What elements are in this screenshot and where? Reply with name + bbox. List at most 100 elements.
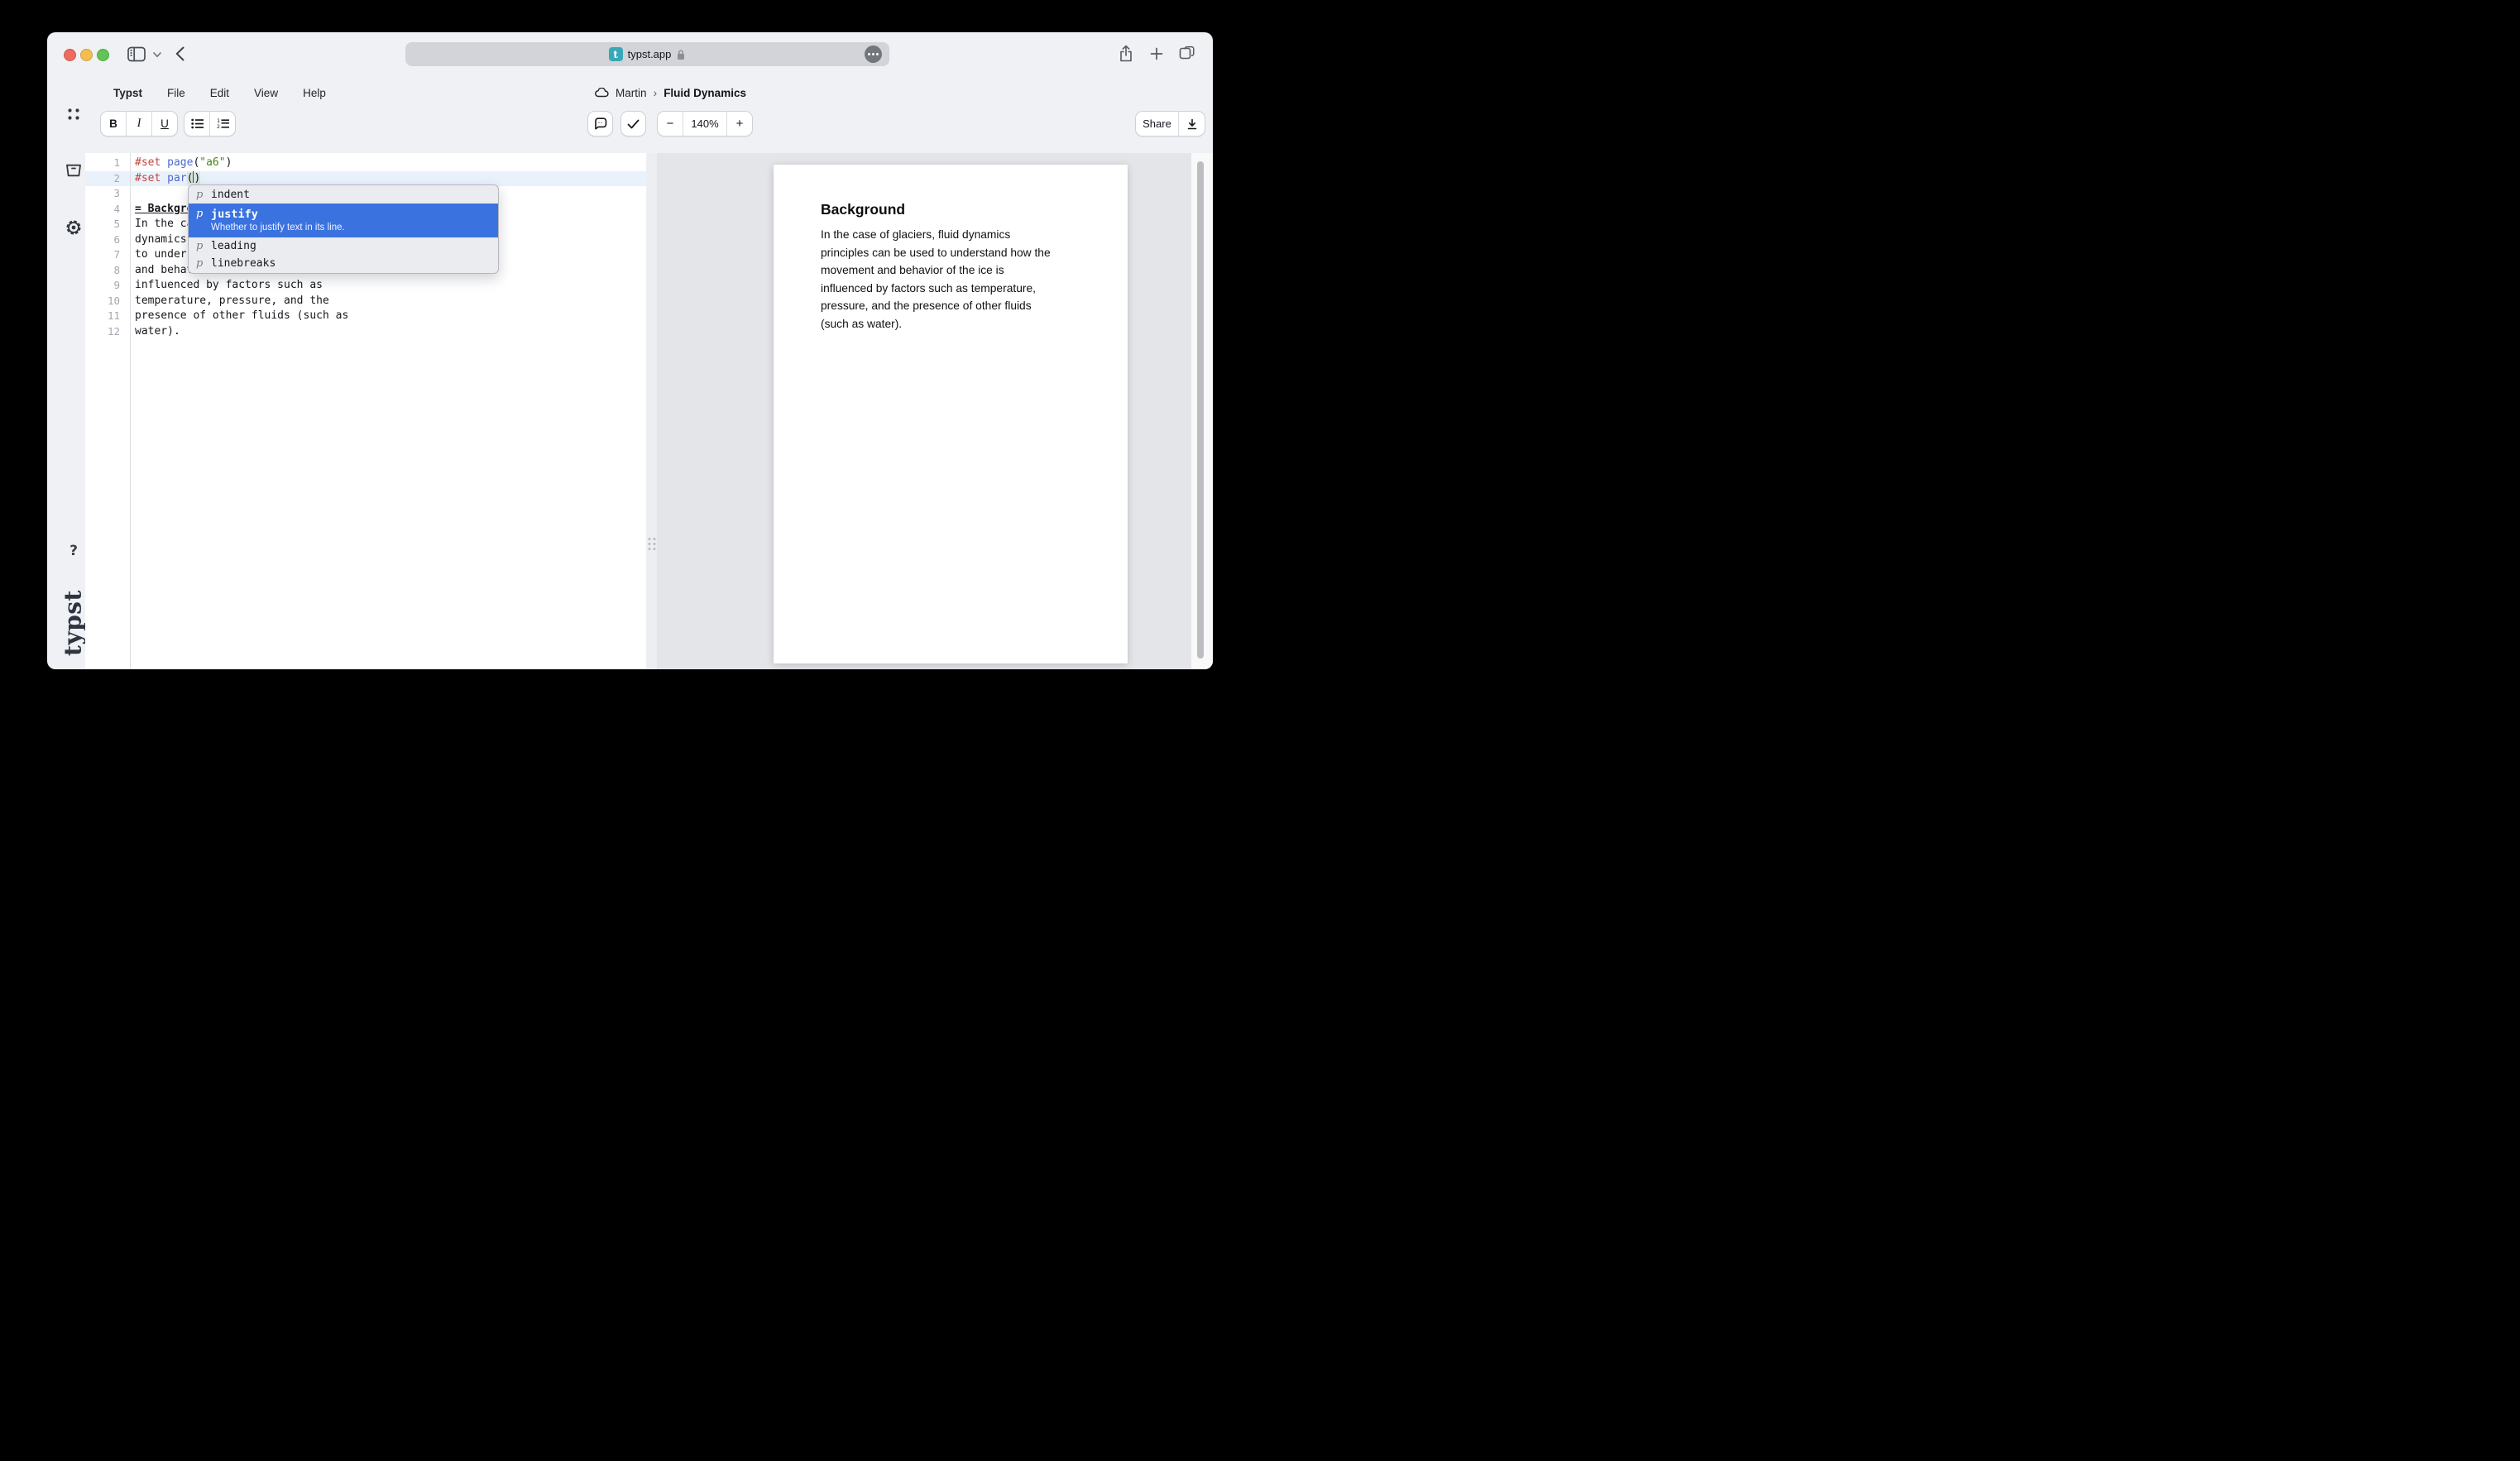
typst-logo: typst: [60, 590, 87, 656]
svg-text:2: 2: [217, 123, 220, 129]
back-button[interactable]: [175, 46, 184, 61]
preview-body: In the case of glaciers, fluid dynamicsp…: [821, 226, 1082, 333]
autocomplete-label: justify: [211, 208, 258, 221]
menu-item-typst[interactable]: Typst: [113, 87, 142, 99]
bullet-list-button[interactable]: [184, 112, 210, 136]
address-bar[interactable]: t typst.app: [405, 42, 889, 66]
parameter-kind-glyph: p: [196, 240, 204, 252]
menu-item-file[interactable]: File: [167, 87, 185, 99]
preview-scrollbar-thumb[interactable]: [1197, 161, 1204, 659]
menu-item-view[interactable]: View: [254, 87, 278, 99]
url-text: typst.app: [628, 48, 672, 60]
zoom-level-value[interactable]: 140%: [683, 112, 727, 136]
editor-toolbar: B I U 1 2: [47, 111, 1213, 137]
line-number: 4: [85, 202, 120, 218]
tab-overview-icon[interactable]: [1179, 46, 1195, 62]
preview-scrollbar-track[interactable]: [1191, 153, 1213, 669]
bold-button[interactable]: B: [101, 112, 127, 136]
comment-bubble-icon: [594, 117, 607, 130]
code-text: influenced by factors such as: [135, 278, 323, 294]
comments-button[interactable]: [587, 111, 613, 137]
code-line-10[interactable]: 10temperature, pressure, and the: [85, 294, 646, 309]
line-number: 7: [85, 247, 120, 263]
numbered-list-icon: 1 2: [217, 118, 229, 129]
numbered-list-button[interactable]: 1 2: [210, 112, 235, 136]
breadcrumb-separator: ›: [654, 86, 658, 99]
line-number: 2: [85, 171, 120, 187]
app-menubar: Typst File Edit View Help: [113, 82, 326, 103]
share-page-icon[interactable]: [1119, 45, 1133, 63]
app-grid-icon[interactable]: [67, 108, 80, 121]
browser-window: t typst.app: [47, 32, 1213, 669]
browser-titlebar: t typst.app: [47, 32, 1213, 76]
help-button[interactable]: ?: [69, 543, 78, 559]
code-text: presence of other fluids (such as: [135, 309, 348, 324]
line-number: 1: [85, 156, 120, 171]
close-window-button[interactable]: [64, 49, 76, 61]
zoom-window-button[interactable]: [97, 49, 109, 61]
breadcrumb-workspace[interactable]: Martin: [616, 87, 647, 99]
checkmark-icon: [627, 119, 640, 129]
preview-text-line: (such as water).: [821, 315, 1082, 333]
zoom-control-group: − 140% +: [657, 111, 753, 137]
sidebar-toggle-icon[interactable]: [127, 46, 146, 62]
list-style-group: 1 2: [184, 111, 236, 137]
menu-item-edit[interactable]: Edit: [210, 87, 229, 99]
app-menu-row: Typst File Edit View Help Martin › Fluid Dyn…: [47, 82, 1213, 103]
code-text: #set page("a6"): [135, 156, 232, 171]
chevron-down-icon[interactable]: [153, 52, 161, 58]
code-line-1[interactable]: 1 #set page("a6"): [85, 156, 646, 171]
menu-item-help[interactable]: Help: [303, 87, 326, 99]
pane-divider: [646, 153, 657, 669]
preview-text-line: In the case of glaciers, fluid dynamics: [821, 226, 1082, 244]
code-line-9[interactable]: 9influenced by factors such as: [85, 278, 646, 294]
line-number: 3: [85, 186, 120, 202]
minimize-window-button[interactable]: [80, 49, 93, 61]
autocomplete-description: Whether to justify text in its line.: [211, 222, 490, 233]
preview-text-line: movement and behavior of the ice is: [821, 261, 1082, 280]
preview-text-line: principles can be used to understand how…: [821, 244, 1082, 262]
line-number: 11: [85, 309, 120, 324]
preview-text-line: influenced by factors such as temperatur…: [821, 280, 1082, 298]
autocomplete-item-indent[interactable]: pindent: [189, 186, 498, 204]
share-button[interactable]: Share: [1136, 112, 1179, 136]
preview-text-line: pressure, and the presence of other flui…: [821, 297, 1082, 315]
parameter-kind-glyph: p: [196, 208, 204, 220]
breadcrumb: Martin › Fluid Dynamics: [595, 82, 746, 103]
site-favicon: t: [609, 47, 623, 61]
parameter-kind-glyph: p: [196, 257, 204, 270]
preview-heading: Background: [821, 201, 905, 218]
pane-resize-handle[interactable]: [648, 538, 655, 550]
document-page: Background In the case of glaciers, flui…: [774, 165, 1128, 663]
italic-button[interactable]: I: [127, 112, 152, 136]
download-icon: [1186, 118, 1198, 130]
autocomplete-label: linebreaks: [211, 257, 275, 270]
download-button[interactable]: [1179, 112, 1205, 136]
zoom-out-button[interactable]: −: [658, 112, 683, 136]
compile-status-button[interactable]: [620, 111, 646, 137]
templates-tray-icon[interactable]: [66, 165, 81, 177]
page-settings-button[interactable]: [865, 46, 882, 63]
zoom-in-button[interactable]: +: [727, 112, 752, 136]
left-rail: ?: [47, 76, 85, 669]
autocomplete-popup: pindentpjustifyWhether to justify text i…: [188, 184, 499, 274]
share-group: Share: [1135, 111, 1205, 137]
new-tab-icon[interactable]: [1150, 47, 1163, 60]
line-number: 6: [85, 232, 120, 248]
breadcrumb-document-title[interactable]: Fluid Dynamics: [664, 87, 746, 99]
gutter-divider: [130, 153, 131, 669]
line-number: 10: [85, 294, 120, 309]
settings-gear-icon[interactable]: [66, 220, 82, 236]
line-number: 8: [85, 263, 120, 279]
preview-pane: Background In the case of glaciers, flui…: [657, 153, 1213, 669]
screen-background: t typst.app: [0, 0, 1260, 730]
autocomplete-item-linebreaks[interactable]: p linebreaks: [189, 255, 498, 272]
underline-button[interactable]: U: [152, 112, 177, 136]
code-text: water).: [135, 324, 180, 340]
code-text: #set par(): [135, 171, 200, 187]
code-line-12[interactable]: 12water).: [85, 324, 646, 340]
autocomplete-item-leading[interactable]: pleading: [189, 237, 498, 255]
code-line-11[interactable]: 11 presence of other fluids (such as: [85, 309, 646, 324]
autocomplete-label: indent: [211, 189, 250, 201]
autocomplete-item-justify[interactable]: p justifyWhether to justify text in its l…: [189, 204, 498, 237]
